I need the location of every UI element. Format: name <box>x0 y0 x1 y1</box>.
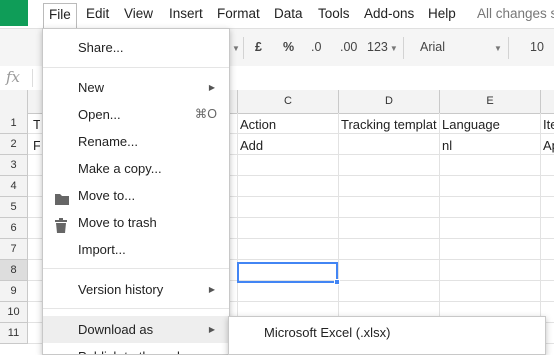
row-header[interactable]: 5 <box>0 197 28 218</box>
cell-f1[interactable]: Ite <box>540 114 554 135</box>
menu-item-import[interactable]: Import... <box>43 236 229 263</box>
menu-item-label: Share... <box>78 40 124 55</box>
menu-item-label: Rename... <box>78 134 138 149</box>
increase-decimal-button[interactable]: .00 <box>340 40 357 54</box>
menu-tools[interactable]: Tools <box>318 6 350 21</box>
menu-item-move-to-trash[interactable]: Move to trash <box>43 209 229 236</box>
menu-item-label: New <box>78 80 105 95</box>
menu-item-open[interactable]: Open... ⌘O <box>43 101 229 128</box>
menu-divider <box>43 308 229 309</box>
column-header-c[interactable]: C <box>237 90 338 113</box>
row-header[interactable]: 3 <box>0 155 28 176</box>
menu-item-label: Move to trash <box>78 215 157 230</box>
row-header-selected[interactable]: 8 <box>0 260 28 281</box>
menu-item-label: Open... <box>78 107 121 122</box>
formula-divider <box>32 69 33 87</box>
column-header-f[interactable] <box>540 90 554 113</box>
currency-button[interactable]: £ <box>255 40 262 54</box>
menu-item-new[interactable]: New ▶ <box>43 74 229 101</box>
menu-item-version-history[interactable]: Version history ▶ <box>43 276 229 303</box>
row-header[interactable]: 4 <box>0 176 28 197</box>
toolbar-divider <box>508 37 509 59</box>
percent-button[interactable]: % <box>283 40 294 54</box>
more-formats-button[interactable]: 123 ▼ <box>367 40 398 54</box>
menu-divider <box>43 268 229 269</box>
menu-bar: File Edit View Insert Format Data Tools … <box>0 0 554 29</box>
menu-item-label: Publish to the web... <box>78 343 195 354</box>
chevron-down-icon[interactable]: ▼ <box>492 40 502 54</box>
row-header[interactable]: 1 <box>0 113 28 134</box>
menu-item-label: Make a copy... <box>78 161 162 176</box>
toolbar-divider <box>403 37 404 59</box>
folder-icon <box>54 188 69 205</box>
row-header[interactable]: 2 <box>0 134 28 155</box>
fill-handle[interactable] <box>334 279 340 285</box>
trash-icon <box>54 215 68 233</box>
column-header-e[interactable]: E <box>439 90 540 113</box>
row-header[interactable]: 10 <box>0 302 28 323</box>
menu-item-rename[interactable]: Rename... <box>43 128 229 155</box>
menu-item-label: Download as <box>78 322 154 337</box>
menu-data[interactable]: Data <box>274 6 303 21</box>
cell-d1[interactable]: Tracking templat <box>338 114 439 135</box>
row-header[interactable]: 6 <box>0 218 28 239</box>
cell-a2-fragment[interactable]: F <box>30 135 40 156</box>
cell-a1-fragment[interactable]: T <box>30 114 40 135</box>
select-all-corner[interactable] <box>0 90 28 113</box>
file-menu: Share... New ▶ Open... ⌘O Rename... Make… <box>42 28 230 355</box>
more-formats-label: 123 <box>367 40 388 54</box>
menu-edit[interactable]: Edit <box>86 6 109 21</box>
menu-item-label: Version history <box>78 282 164 297</box>
column-header-d[interactable]: D <box>338 90 439 113</box>
dropdown-caret-icon[interactable]: ▼ <box>230 40 240 54</box>
shortcut-label: ⌘O <box>194 107 217 121</box>
cell-e2[interactable]: nl <box>439 135 540 156</box>
menu-format[interactable]: Format <box>217 6 260 21</box>
cell-e1[interactable]: Language <box>439 114 540 135</box>
font-size-select[interactable]: 10 <box>530 40 544 54</box>
menu-item-label: Move to... <box>78 188 136 203</box>
menu-item-label: Import... <box>78 242 126 257</box>
menu-help[interactable]: Help <box>428 6 456 21</box>
menu-add-ons[interactable]: Add-ons <box>364 6 414 21</box>
chevron-down-icon: ▼ <box>389 44 398 53</box>
menu-item-publish[interactable]: Publish to the web... <box>43 343 229 354</box>
menu-item-move-to[interactable]: Move to... <box>43 182 229 209</box>
cell-c2[interactable]: Add <box>237 135 338 156</box>
menu-item-share[interactable]: Share... <box>43 34 229 61</box>
row-header[interactable]: 7 <box>0 239 28 260</box>
menu-file[interactable]: File <box>43 3 77 29</box>
download-submenu: Microsoft Excel (.xlsx) <box>228 316 546 355</box>
menu-item-download-xlsx[interactable]: Microsoft Excel (.xlsx) <box>264 325 390 340</box>
cell-d2[interactable] <box>338 135 439 156</box>
decrease-decimal-button[interactable]: .0 <box>311 40 321 54</box>
menu-item-make-copy[interactable]: Make a copy... <box>43 155 229 182</box>
toolbar-divider <box>243 37 244 59</box>
row-header[interactable]: 9 <box>0 281 28 302</box>
menu-item-download-as[interactable]: Download as ▶ <box>43 316 229 343</box>
menu-view[interactable]: View <box>124 6 153 21</box>
row-header[interactable]: 11 <box>0 323 28 344</box>
selected-cell-c8[interactable] <box>237 262 338 283</box>
fx-icon: fx <box>6 68 21 86</box>
submenu-arrow-icon: ▶ <box>208 325 215 334</box>
cell-f2[interactable]: Ap <box>540 135 554 156</box>
font-family-select[interactable]: Arial <box>420 40 445 54</box>
menu-insert[interactable]: Insert <box>169 6 203 21</box>
cell-c1[interactable]: Action <box>237 114 338 135</box>
sheets-logo[interactable] <box>0 0 28 26</box>
menu-divider <box>43 67 229 68</box>
submenu-arrow-icon: ▶ <box>208 83 215 92</box>
save-status[interactable]: All changes s <box>477 6 554 21</box>
submenu-arrow-icon: ▶ <box>208 285 215 294</box>
